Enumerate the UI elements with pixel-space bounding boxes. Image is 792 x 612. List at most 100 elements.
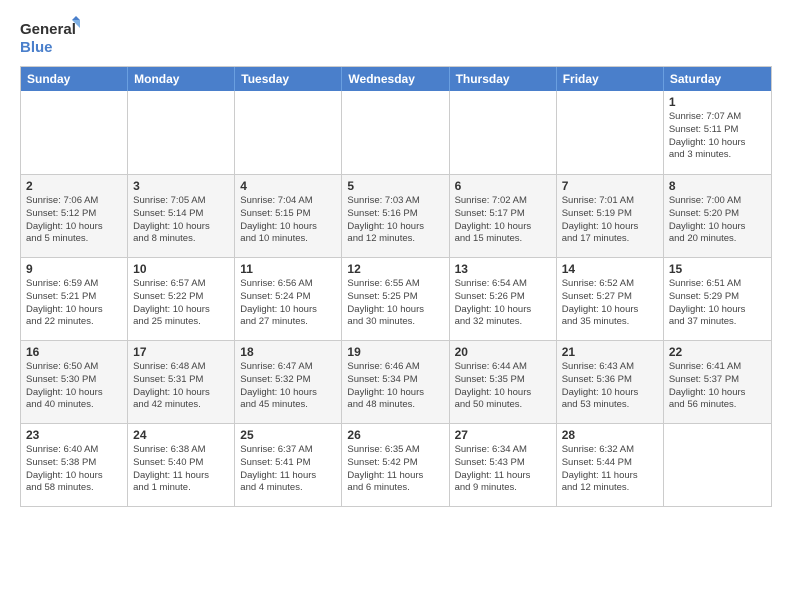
day-cell-1: 1 Sunrise: 7:07 AM Sunset: 5:11 PM Daylig… [664, 91, 771, 174]
col-header-monday: Monday [128, 67, 235, 91]
day-cell-9: 9 Sunrise: 6:59 AM Sunset: 5:21 PM Daylig… [21, 258, 128, 340]
day-info: Sunrise: 7:06 AM Sunset: 5:12 PM Dayligh… [26, 195, 122, 246]
day-cell-16: 16 Sunrise: 6:50 AM Sunset: 5:30 PM Dayli… [21, 341, 128, 423]
calendar-body: 1 Sunrise: 7:07 AM Sunset: 5:11 PM Daylig… [21, 91, 771, 506]
week-row-0: 1 Sunrise: 7:07 AM Sunset: 5:11 PM Daylig… [21, 91, 771, 174]
day-number: 7 [562, 179, 658, 193]
day-number: 14 [562, 262, 658, 276]
day-info: Sunrise: 6:43 AM Sunset: 5:36 PM Dayligh… [562, 361, 658, 412]
week-row-3: 16 Sunrise: 6:50 AM Sunset: 5:30 PM Dayli… [21, 340, 771, 423]
day-number: 12 [347, 262, 443, 276]
day-cell-28: 28 Sunrise: 6:32 AM Sunset: 5:44 PM Dayli… [557, 424, 664, 506]
day-cell-4: 4Sunrise: 7:04 AM Sunset: 5:15 PM Daylig… [235, 175, 342, 257]
week-row-4: 23 Sunrise: 6:40 AM Sunset: 5:38 PM Dayli… [21, 423, 771, 506]
day-info: Sunrise: 6:38 AM Sunset: 5:40 PM Dayligh… [133, 444, 229, 495]
day-number: 27 [455, 428, 551, 442]
day-number: 26 [347, 428, 443, 442]
day-info: Sunrise: 6:48 AM Sunset: 5:31 PM Dayligh… [133, 361, 229, 412]
empty-cell [664, 424, 771, 506]
logo: General Blue [20, 16, 80, 58]
day-info: Sunrise: 6:34 AM Sunset: 5:43 PM Dayligh… [455, 444, 551, 495]
col-header-sunday: Sunday [21, 67, 128, 91]
day-number: 22 [669, 345, 766, 359]
empty-cell [21, 91, 128, 174]
day-info: Sunrise: 6:41 AM Sunset: 5:37 PM Dayligh… [669, 361, 766, 412]
day-cell-11: 11 Sunrise: 6:56 AM Sunset: 5:24 PM Dayli… [235, 258, 342, 340]
day-number: 10 [133, 262, 229, 276]
svg-text:General: General [20, 21, 76, 38]
day-info: Sunrise: 6:52 AM Sunset: 5:27 PM Dayligh… [562, 278, 658, 329]
day-number: 15 [669, 262, 766, 276]
day-cell-10: 10 Sunrise: 6:57 AM Sunset: 5:22 PM Dayli… [128, 258, 235, 340]
day-info: Sunrise: 6:56 AM Sunset: 5:24 PM Dayligh… [240, 278, 336, 329]
day-cell-5: 5 Sunrise: 7:03 AM Sunset: 5:16 PM Daylig… [342, 175, 449, 257]
day-info: Sunrise: 6:46 AM Sunset: 5:34 PM Dayligh… [347, 361, 443, 412]
col-header-tuesday: Tuesday [235, 67, 342, 91]
day-cell-22: 22 Sunrise: 6:41 AM Sunset: 5:37 PM Dayli… [664, 341, 771, 423]
day-cell-26: 26 Sunrise: 6:35 AM Sunset: 5:42 PM Dayli… [342, 424, 449, 506]
day-cell-17: 17 Sunrise: 6:48 AM Sunset: 5:31 PM Dayli… [128, 341, 235, 423]
day-number: 24 [133, 428, 229, 442]
day-cell-8: 8Sunrise: 7:00 AM Sunset: 5:20 PM Daylig… [664, 175, 771, 257]
day-number: 17 [133, 345, 229, 359]
day-info: Sunrise: 6:37 AM Sunset: 5:41 PM Dayligh… [240, 444, 336, 495]
header: General Blue [20, 16, 772, 58]
day-number: 5 [347, 179, 443, 193]
day-cell-25: 25 Sunrise: 6:37 AM Sunset: 5:41 PM Dayli… [235, 424, 342, 506]
day-info: Sunrise: 7:02 AM Sunset: 5:17 PM Dayligh… [455, 195, 551, 246]
day-cell-2: 2 Sunrise: 7:06 AM Sunset: 5:12 PM Daylig… [21, 175, 128, 257]
day-number: 2 [26, 179, 122, 193]
day-number: 21 [562, 345, 658, 359]
calendar: SundayMondayTuesdayWednesdayThursdayFrid… [20, 66, 772, 507]
day-info: Sunrise: 6:57 AM Sunset: 5:22 PM Dayligh… [133, 278, 229, 329]
day-info: Sunrise: 6:51 AM Sunset: 5:29 PM Dayligh… [669, 278, 766, 329]
svg-text:Blue: Blue [20, 39, 53, 56]
day-info: Sunrise: 7:04 AM Sunset: 5:15 PM Dayligh… [240, 195, 336, 246]
col-header-friday: Friday [557, 67, 664, 91]
day-info: Sunrise: 6:32 AM Sunset: 5:44 PM Dayligh… [562, 444, 658, 495]
day-info: Sunrise: 7:05 AM Sunset: 5:14 PM Dayligh… [133, 195, 229, 246]
day-cell-15: 15 Sunrise: 6:51 AM Sunset: 5:29 PM Dayli… [664, 258, 771, 340]
day-number: 1 [669, 95, 766, 109]
week-row-2: 9 Sunrise: 6:59 AM Sunset: 5:21 PM Daylig… [21, 257, 771, 340]
day-cell-12: 12 Sunrise: 6:55 AM Sunset: 5:25 PM Dayli… [342, 258, 449, 340]
empty-cell [557, 91, 664, 174]
day-cell-14: 14 Sunrise: 6:52 AM Sunset: 5:27 PM Dayli… [557, 258, 664, 340]
day-info: Sunrise: 6:44 AM Sunset: 5:35 PM Dayligh… [455, 361, 551, 412]
day-info: Sunrise: 7:00 AM Sunset: 5:20 PM Dayligh… [669, 195, 766, 246]
day-info: Sunrise: 6:50 AM Sunset: 5:30 PM Dayligh… [26, 361, 122, 412]
col-header-thursday: Thursday [450, 67, 557, 91]
day-cell-13: 13Sunrise: 6:54 AM Sunset: 5:26 PM Dayli… [450, 258, 557, 340]
day-cell-3: 3Sunrise: 7:05 AM Sunset: 5:14 PM Daylig… [128, 175, 235, 257]
day-cell-23: 23 Sunrise: 6:40 AM Sunset: 5:38 PM Dayli… [21, 424, 128, 506]
day-info: Sunrise: 7:03 AM Sunset: 5:16 PM Dayligh… [347, 195, 443, 246]
col-header-wednesday: Wednesday [342, 67, 449, 91]
day-cell-24: 24 Sunrise: 6:38 AM Sunset: 5:40 PM Dayli… [128, 424, 235, 506]
day-number: 13 [455, 262, 551, 276]
day-number: 16 [26, 345, 122, 359]
empty-cell [128, 91, 235, 174]
day-info: Sunrise: 6:59 AM Sunset: 5:21 PM Dayligh… [26, 278, 122, 329]
day-number: 6 [455, 179, 551, 193]
empty-cell [235, 91, 342, 174]
day-cell-18: 18Sunrise: 6:47 AM Sunset: 5:32 PM Dayli… [235, 341, 342, 423]
day-cell-19: 19Sunrise: 6:46 AM Sunset: 5:34 PM Dayli… [342, 341, 449, 423]
day-number: 11 [240, 262, 336, 276]
calendar-header: SundayMondayTuesdayWednesdayThursdayFrid… [21, 67, 771, 91]
page: General Blue SundayMondayTuesdayWednesda… [0, 0, 792, 612]
day-info: Sunrise: 6:55 AM Sunset: 5:25 PM Dayligh… [347, 278, 443, 329]
day-cell-20: 20 Sunrise: 6:44 AM Sunset: 5:35 PM Dayli… [450, 341, 557, 423]
logo-svg: General Blue [20, 16, 80, 58]
day-number: 28 [562, 428, 658, 442]
day-number: 23 [26, 428, 122, 442]
day-info: Sunrise: 6:40 AM Sunset: 5:38 PM Dayligh… [26, 444, 122, 495]
day-number: 25 [240, 428, 336, 442]
day-cell-7: 7Sunrise: 7:01 AM Sunset: 5:19 PM Daylig… [557, 175, 664, 257]
day-number: 9 [26, 262, 122, 276]
day-number: 18 [240, 345, 336, 359]
week-row-1: 2 Sunrise: 7:06 AM Sunset: 5:12 PM Daylig… [21, 174, 771, 257]
day-info: Sunrise: 7:07 AM Sunset: 5:11 PM Dayligh… [669, 111, 766, 162]
day-info: Sunrise: 6:35 AM Sunset: 5:42 PM Dayligh… [347, 444, 443, 495]
empty-cell [342, 91, 449, 174]
day-number: 20 [455, 345, 551, 359]
